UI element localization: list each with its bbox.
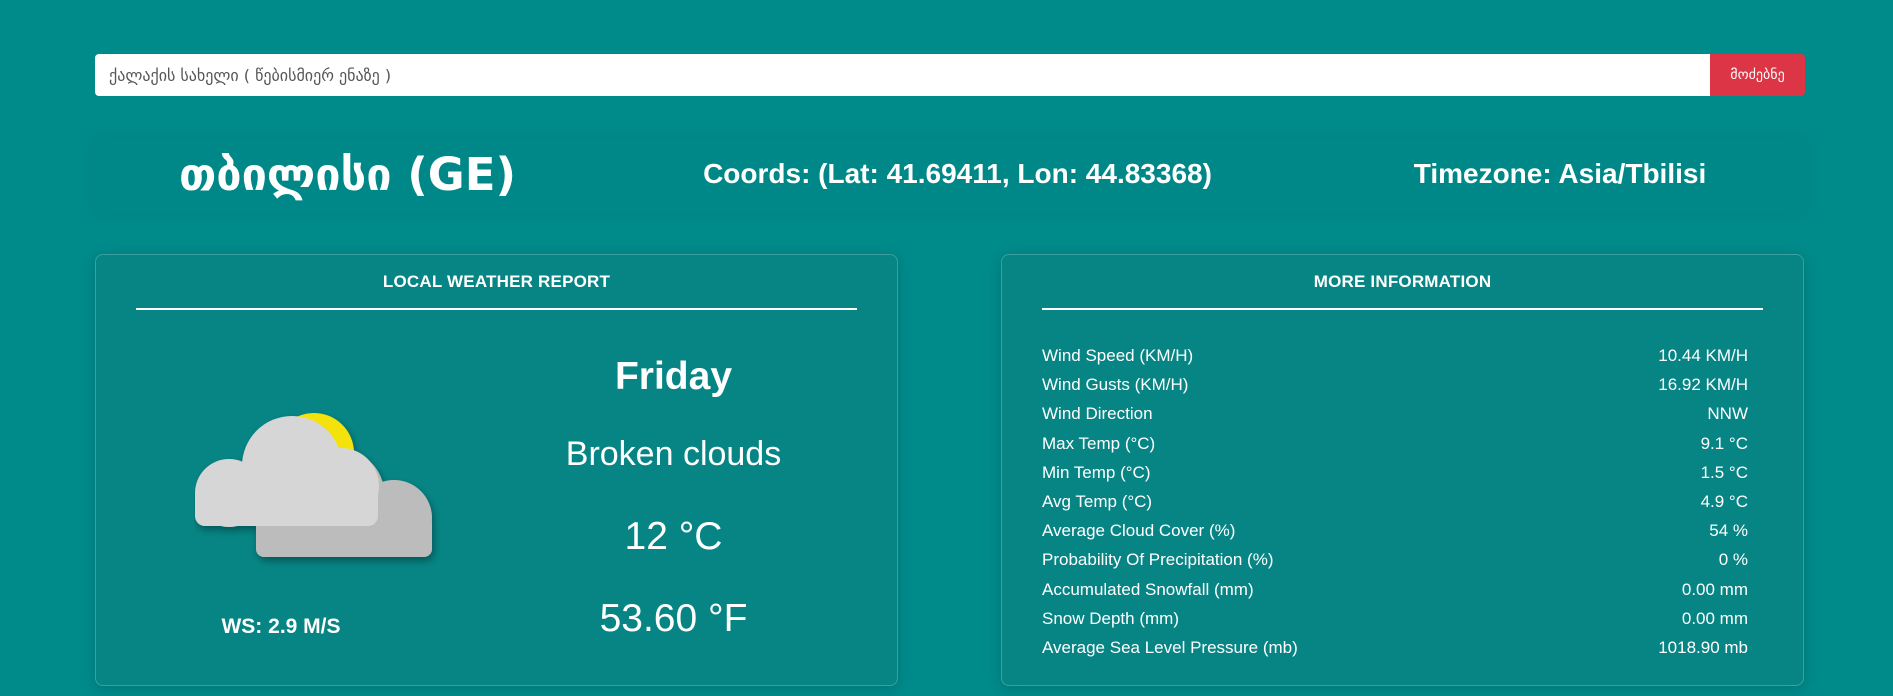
info-row-max-temp: Max Temp (°C) 9.1 °C [1042,429,1748,458]
info-value: 1018.90 mb [1658,637,1748,657]
more-information-card: MORE INFORMATION Wind Speed (KM/H) 10.44… [1001,254,1804,686]
info-row-sea-level-pressure: Average Sea Level Pressure (mb) 1018.90 … [1042,633,1748,662]
wind-speed-label: WS: 2.9 M/S [221,615,341,638]
search-bar: მოძებნე [95,54,1805,96]
card-title: MORE INFORMATION [1313,272,1492,291]
info-label: Probability Of Precipitation (%) [1042,550,1274,570]
info-value: 54 % [1709,521,1748,541]
info-list: Wind Speed (KM/H) 10.44 KM/H Wind Gusts … [1042,341,1748,662]
info-label: Snow Depth (mm) [1042,608,1179,628]
info-value: 1.5 °C [1700,462,1748,482]
info-value: NNW [1707,404,1748,424]
info-label: Wind Direction [1042,404,1153,424]
city-search-input[interactable] [95,54,1710,96]
day-of-week: Friday [614,355,733,398]
info-row-cloud-cover: Average Cloud Cover (%) 54 % [1042,516,1748,545]
info-row-snowfall: Accumulated Snowfall (mm) 0.00 mm [1042,575,1748,604]
info-label: Average Sea Level Pressure (mb) [1042,637,1298,657]
divider [1042,308,1763,310]
info-value: 4.9 °C [1700,491,1748,511]
info-value: 0 % [1718,550,1748,570]
info-value: 9.1 °C [1700,433,1748,453]
divider [136,308,857,310]
info-row-avg-temp: Avg Temp (°C) 4.9 °C [1042,487,1748,516]
info-row-min-temp: Min Temp (°C) 1.5 °C [1042,458,1748,487]
card-title: LOCAL WEATHER REPORT [382,272,611,291]
local-weather-card: LOCAL WEATHER REPORT WS: 2.9 M/S Friday … [95,254,898,686]
coordinates: Coords: (Lat: 41.69411, Lon: 44.83368) [703,158,1212,189]
info-label: Accumulated Snowfall (mm) [1042,579,1254,599]
info-label: Max Temp (°C) [1042,433,1156,453]
city-name: თბილისი (GE) [178,148,517,201]
info-value: 0.00 mm [1681,608,1748,628]
timezone: Timezone: Asia/Tbilisi [1413,158,1707,189]
info-value: 16.92 KM/H [1658,375,1748,395]
info-label: Average Cloud Cover (%) [1042,521,1236,541]
info-label: Wind Speed (KM/H) [1042,346,1194,365]
info-label: Avg Temp (°C) [1042,491,1153,511]
info-row-wind-speed: Wind Speed (KM/H) 10.44 KM/H [1042,341,1748,370]
temperature-fahrenheit: 53.60 °F [599,597,748,640]
info-row-precipitation: Probability Of Precipitation (%) 0 % [1042,545,1748,574]
weather-description: Broken clouds [565,435,782,473]
info-row-wind-direction: Wind Direction NNW [1042,399,1748,428]
info-label: Wind Gusts (KM/H) [1042,375,1189,395]
broken-clouds-icon [195,413,432,557]
info-value: 0.00 mm [1681,579,1748,599]
info-value: 10.44 KM/H [1658,346,1748,365]
temperature-celsius: 12 °C [624,515,723,558]
info-row-wind-gusts: Wind Gusts (KM/H) 16.92 KM/H [1042,370,1748,399]
info-row-snow-depth: Snow Depth (mm) 0.00 mm [1042,604,1748,633]
info-label: Min Temp (°C) [1042,462,1151,482]
search-button[interactable]: მოძებნე [1710,54,1805,96]
